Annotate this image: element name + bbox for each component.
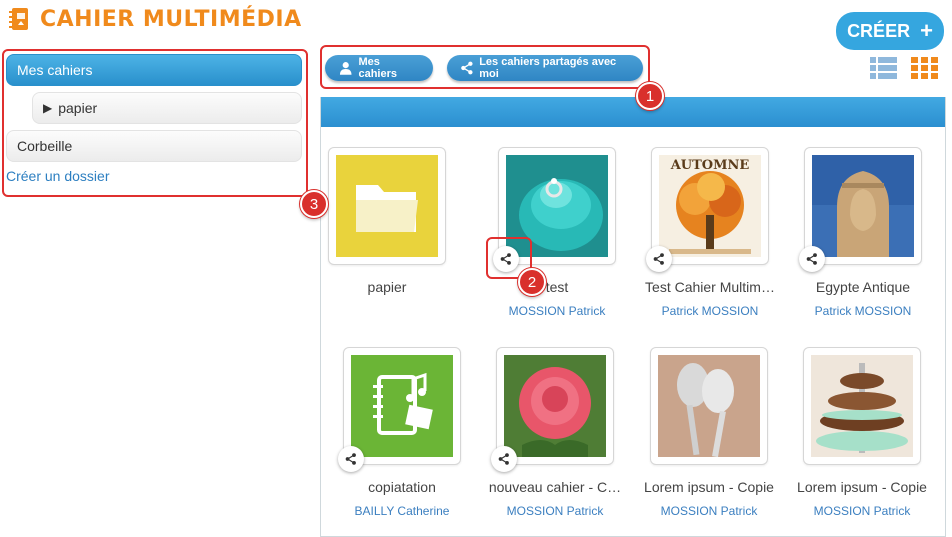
spoons-image: [658, 355, 760, 458]
annotation-box-3: [2, 49, 308, 197]
notebook-name: Egypte Antique: [815, 279, 911, 295]
notebook-thumbnail[interactable]: AUTOMNE: [646, 147, 769, 272]
notebook-thumbnail[interactable]: [338, 347, 461, 472]
notebook-thumbnail[interactable]: [803, 347, 921, 465]
create-button[interactable]: CRÉER +: [836, 12, 944, 50]
share-icon[interactable]: [491, 446, 517, 472]
notebook-card[interactable]: copiatation BAILLY Catherine: [325, 347, 479, 518]
notebook-card[interactable]: Lorem ipsum - Copie MOSSION Patrick: [632, 347, 786, 518]
notebook-card[interactable]: AUTOMNE Test Cahier Multim… Patrick MOSS…: [633, 147, 787, 318]
notebook-name: Lorem ipsum - Copie: [797, 479, 927, 495]
app-logo: CAHIER MULTIMÉDIA: [8, 6, 302, 32]
notebook-card[interactable]: test MOSSION Patrick: [480, 147, 634, 318]
rose-image: [504, 355, 606, 457]
grid-view-icon[interactable]: [911, 56, 938, 80]
svg-text:AUTOMNE: AUTOMNE: [670, 158, 750, 173]
notebook-author[interactable]: Patrick MOSSION: [786, 304, 940, 318]
notebook-thumbnail[interactable]: [328, 147, 446, 265]
notebook-name: papier: [367, 279, 407, 295]
notebook-name: nouveau cahier - C…: [488, 479, 622, 495]
notebook-author[interactable]: MOSSION Patrick: [478, 504, 632, 518]
notebook-thumbnail[interactable]: [650, 347, 768, 465]
share-icon[interactable]: [646, 246, 672, 272]
folder-icon: [336, 155, 438, 257]
notebook-name: test: [545, 279, 569, 295]
notebook-card[interactable]: Lorem ipsum - Copie MOSSION Patrick: [785, 347, 939, 518]
sphinx-image: [812, 155, 914, 257]
notebook-card[interactable]: nouveau cahier - C… MOSSION Patrick: [478, 347, 632, 518]
notebook-author[interactable]: BAILLY Catherine: [325, 504, 479, 518]
autumn-tree-image: AUTOMNE: [659, 155, 761, 257]
notebook-name: Test Cahier Multim…: [645, 279, 775, 295]
notebook-author[interactable]: MOSSION Patrick: [480, 304, 634, 318]
notebook-thumbnail[interactable]: [799, 147, 922, 272]
notebook-thumbnail[interactable]: [491, 347, 614, 472]
annotation-badge-3: 3: [300, 190, 328, 218]
notebook-author[interactable]: Patrick MOSSION: [633, 304, 787, 318]
app-title: CAHIER MULTIMÉDIA: [40, 6, 302, 32]
notebook-name: Lorem ipsum - Copie: [644, 479, 774, 495]
panel-header: [321, 97, 945, 127]
plus-icon: +: [920, 18, 933, 43]
create-label: CRÉER: [847, 20, 911, 41]
notebook-author[interactable]: MOSSION Patrick: [785, 504, 939, 518]
annotation-badge-2: 2: [518, 268, 546, 296]
notebook-name: copiatation: [368, 479, 436, 495]
notebook-card[interactable]: papier: [310, 147, 464, 295]
notebook-logo-icon: [8, 6, 32, 32]
share-icon[interactable]: [338, 446, 364, 472]
cupcake-tower-image: [811, 355, 913, 457]
notebook-card[interactable]: Egypte Antique Patrick MOSSION: [786, 147, 940, 318]
list-view-icon[interactable]: [870, 56, 897, 80]
share-icon[interactable]: [799, 246, 825, 272]
annotation-badge-1: 1: [636, 82, 664, 110]
notebook-media-icon: [351, 355, 453, 457]
notebook-author[interactable]: MOSSION Patrick: [632, 504, 786, 518]
annotation-box-1: [320, 45, 650, 89]
